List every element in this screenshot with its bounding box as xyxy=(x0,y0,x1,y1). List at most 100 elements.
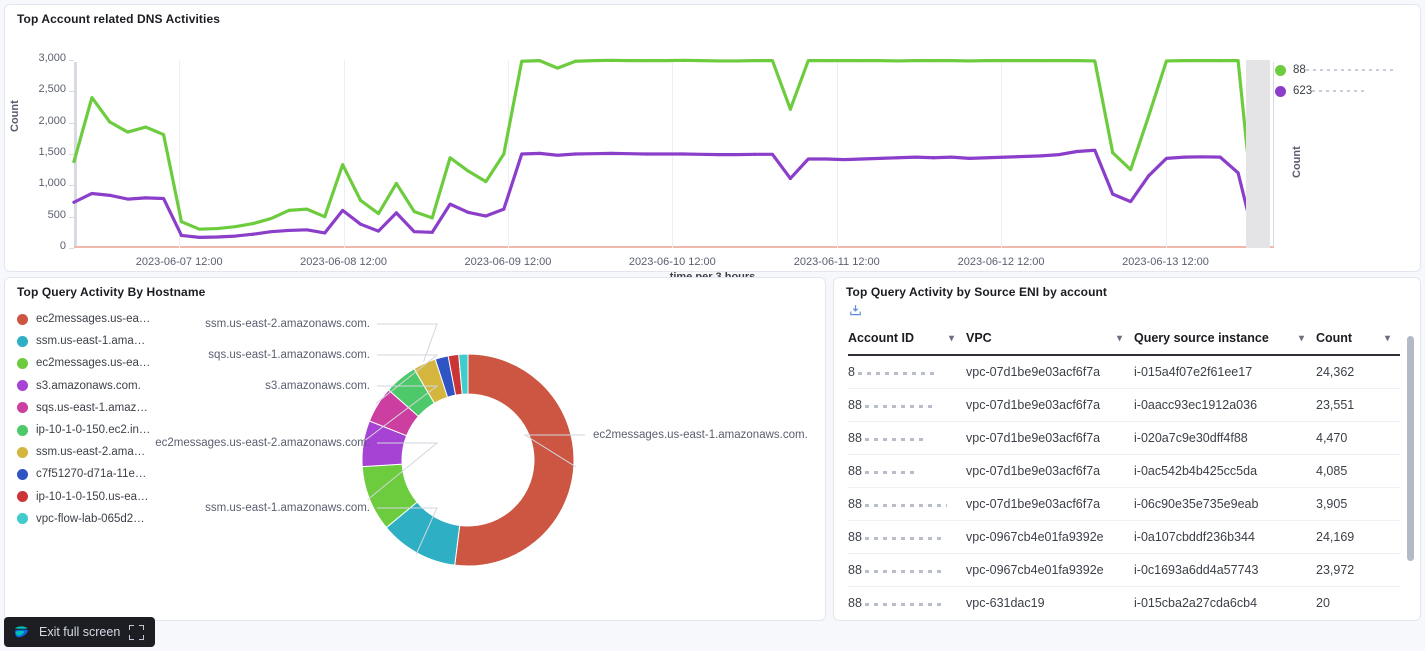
redacted-account-id xyxy=(1312,85,1365,97)
pie-legend-color-dot xyxy=(17,313,28,325)
exit-full-screen-label: Exit full screen xyxy=(39,625,121,639)
col-label-account-id: Account ID xyxy=(848,331,914,345)
panel-top-query-activity-by-source-eni: Top Query Activity by Source ENI by acco… xyxy=(833,277,1421,621)
pie-chart-legend[interactable]: ec2messages.us-ea… ssm.us-east-1.amaz… ec2… xyxy=(17,308,167,530)
pie-legend-color-dot xyxy=(17,446,28,458)
pie-legend-label: c7f51270-d71a-11ea… xyxy=(36,468,151,481)
cell-query-source-instance: i-015a4f07e2f61ee17 xyxy=(1134,355,1316,389)
pie-legend-color-dot xyxy=(17,380,28,392)
pie-legend-label: ec2messages.us-ea… xyxy=(36,313,151,326)
time-brush-selection[interactable] xyxy=(1246,60,1270,248)
pie-callout-label-6: ssm.us-east-2.amazonaws.com. xyxy=(205,318,370,330)
pie-legend-item-9[interactable]: vpc-flow-lab-065d2… xyxy=(17,508,167,530)
pie-legend-item-0[interactable]: ec2messages.us-ea… xyxy=(17,308,167,330)
x-tick-label: 2023-06-10 12:00 xyxy=(628,256,716,268)
redacted-account-id xyxy=(864,566,945,576)
redacted-account-id xyxy=(864,434,923,444)
col-label-count: Count xyxy=(1316,331,1353,345)
exit-full-screen-button[interactable]: Exit full screen xyxy=(4,617,156,647)
pie-legend-item-8[interactable]: ip-10-1-0-150.us-ea… xyxy=(17,486,167,508)
pie-callout-label-2: ec2messages.us-east-2.amazonaws.com. xyxy=(155,437,370,449)
cell-account-id: 88 xyxy=(848,388,966,422)
panel-top-query-activity-by-hostname: Top Query Activity By Hostname ec2messag… xyxy=(4,277,826,621)
table-row[interactable]: 8 vpc-07d1be9e03acf6f7a i-015a4f07e2f61ee1… xyxy=(848,355,1400,389)
pie-legend-item-5[interactable]: ip-10-1-0-150.ec2.in… xyxy=(17,419,167,441)
download-icon[interactable] xyxy=(848,303,1420,323)
pie-chart-area[interactable]: ssm.us-east-2.amazonaws.com. sqs.us-east-… xyxy=(155,304,820,614)
cell-count: 3,905 xyxy=(1316,487,1400,521)
cell-vpc: vpc-07d1be9e03acf6f7a xyxy=(966,454,1134,488)
y-tick-label: 1,000 xyxy=(38,177,66,190)
x-tick-label: 2023-06-08 12:00 xyxy=(300,256,388,268)
cell-query-source-instance: i-06c90e35e735e9eab xyxy=(1134,487,1316,521)
y-tick-mark xyxy=(69,248,74,249)
cell-query-source-instance: i-015cba2a27cda6cb4 xyxy=(1134,586,1316,616)
table-scroll-container[interactable]: Account ID ▾ VPC ▾ Query source instance ▾ … xyxy=(848,322,1400,616)
donut-slice-0[interactable] xyxy=(454,353,575,567)
x-tick-label: 2023-06-12 12:00 xyxy=(957,256,1045,268)
line-chart-legend[interactable]: 88 623 xyxy=(1275,64,1425,106)
table-scrollbar-thumb[interactable] xyxy=(1407,336,1414,561)
x-tick-label: 2023-06-13 12:00 xyxy=(1122,256,1209,268)
cell-count: 4,470 xyxy=(1316,421,1400,455)
cell-account-id: 88 xyxy=(848,454,966,488)
cell-count: 23,972 xyxy=(1316,553,1400,587)
elastic-logo xyxy=(14,625,29,637)
column-header-query-source-instance[interactable]: Query source instance ▾ xyxy=(1134,322,1316,356)
chevron-down-icon[interactable]: ▾ xyxy=(1117,333,1122,344)
panel-top-account-dns-activities: Top Account related DNS Activities Count… xyxy=(4,4,1421,283)
table-row[interactable]: 88 vpc-07d1be9e03acf6f7a i-06c90e35e735e9e… xyxy=(848,487,1400,521)
legend-item-0[interactable]: 88 xyxy=(1275,64,1425,76)
eni-activity-table: Account ID ▾ VPC ▾ Query source instance ▾ … xyxy=(848,322,1400,616)
col-label-vpc: VPC xyxy=(966,331,992,345)
pie-legend-color-dot xyxy=(17,468,28,480)
pie-legend-item-1[interactable]: ssm.us-east-1.amaz… xyxy=(17,330,167,352)
table-row[interactable]: 88 vpc-631dac19 i-015cba2a27cda6cb4 20 xyxy=(848,586,1400,616)
pie-callout-label-3: s3.amazonaws.com. xyxy=(265,380,370,392)
table-row[interactable]: 88 vpc-07d1be9e03acf6f7a i-020a7c9e30dff4f… xyxy=(848,421,1400,455)
chevron-down-icon[interactable]: ▾ xyxy=(949,333,954,344)
pie-legend-item-6[interactable]: ssm.us-east-2.ama… xyxy=(17,441,167,463)
pie-legend-color-dot xyxy=(17,424,28,436)
cell-account-id: 88 xyxy=(848,586,966,616)
redacted-account-id xyxy=(857,368,934,378)
redacted-account-id xyxy=(1305,64,1394,76)
chevron-down-icon[interactable]: ▾ xyxy=(1385,333,1390,344)
pie-legend-item-3[interactable]: s3.amazonaws.com. xyxy=(17,375,167,397)
cell-count: 20 xyxy=(1316,586,1400,616)
column-header-vpc[interactable]: VPC ▾ xyxy=(966,322,1134,356)
x-tick-label: 2023-06-07 12:00 xyxy=(135,256,223,268)
pie-legend-item-2[interactable]: ec2messages.us-ea… xyxy=(17,352,167,374)
pie-legend-color-dot xyxy=(17,357,28,369)
fullscreen-exit-icon[interactable] xyxy=(129,624,145,640)
line-chart-svg[interactable] xyxy=(74,60,1274,248)
y-tick-label: 2,500 xyxy=(38,83,66,96)
line-chart-area[interactable]: Count 0 500 1,000 1,500 2,000 2,500 3,000 Coun… xyxy=(5,28,1420,283)
line-series-0[interactable] xyxy=(74,60,1256,236)
cell-query-source-instance: i-0a107cbddf236b344 xyxy=(1134,520,1316,554)
table-row[interactable]: 88 vpc-07d1be9e03acf6f7a i-0ac542b4b425cc5… xyxy=(848,454,1400,488)
pie-legend-label: s3.amazonaws.com. xyxy=(36,379,141,392)
y-axis-right-line xyxy=(1273,62,1274,247)
pie-legend-label: ip-10-1-0-150.us-ea… xyxy=(36,490,149,503)
legend-item-1[interactable]: 623 xyxy=(1275,85,1425,97)
pie-legend-label: sqs.us-east-1.amaz… xyxy=(36,401,148,414)
pie-legend-color-dot xyxy=(17,513,28,525)
pie-legend-item-4[interactable]: sqs.us-east-1.amaz… xyxy=(17,397,167,419)
table-row[interactable]: 88 vpc-07d1be9e03acf6f7a i-0aacc93ec1912a0… xyxy=(848,388,1400,422)
table-row[interactable]: 88 vpc-0967cb4e01fa9392e i-0a107cbddf236b3… xyxy=(848,520,1400,554)
table-row[interactable]: 88 vpc-0967cb4e01fa9392e i-0c1693a6dd4a577… xyxy=(848,553,1400,587)
cell-count: 23,551 xyxy=(1316,388,1400,422)
column-header-account-id[interactable]: Account ID ▾ xyxy=(848,322,966,356)
chevron-down-icon[interactable]: ▾ xyxy=(1299,333,1304,344)
y-tick-label: 1,500 xyxy=(38,146,66,158)
cell-vpc: vpc-07d1be9e03acf6f7a xyxy=(966,355,1134,389)
redacted-account-id xyxy=(864,533,945,543)
line-series-1[interactable] xyxy=(74,150,1256,245)
cell-account-id: 88 xyxy=(848,520,966,554)
pie-legend-label: ip-10-1-0-150.ec2.in… xyxy=(36,424,151,437)
pie-legend-item-7[interactable]: c7f51270-d71a-11ea… xyxy=(17,463,167,485)
cell-account-id: 88 xyxy=(848,553,966,587)
y-tick-label: 0 xyxy=(59,240,66,252)
column-header-count[interactable]: Count ▾ xyxy=(1316,322,1400,356)
